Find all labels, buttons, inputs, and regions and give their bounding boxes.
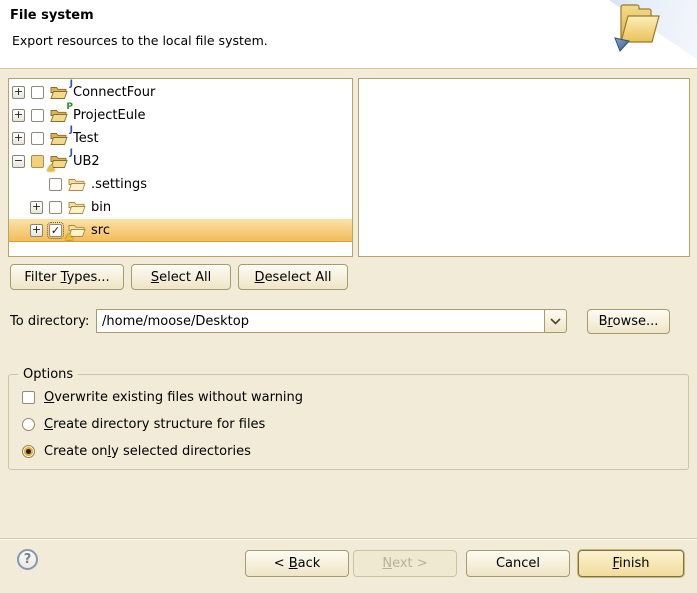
tree-item-label: Test: [73, 131, 99, 146]
tree-item-label: .settings: [91, 177, 147, 192]
tree-checkbox[interactable]: [49, 178, 62, 191]
button-label: eselect All: [265, 270, 332, 285]
button-label: Filter: [24, 270, 60, 285]
expander-spacer: [30, 178, 43, 191]
resource-tree[interactable]: +JConnectFour+PProjectEule+JTest−JUB2.se…: [8, 78, 353, 257]
tree-checkbox[interactable]: [31, 86, 44, 99]
button-label: ext >: [392, 556, 428, 571]
tree-row-bin[interactable]: + bin: [9, 196, 352, 219]
button-label: elect All: [159, 270, 211, 285]
tree-row-connectfour[interactable]: +JConnectFour: [9, 81, 352, 104]
tree-item-label: UB2: [73, 154, 100, 169]
project-nature-decorator: J: [70, 126, 73, 135]
tree-row-test[interactable]: +JTest: [9, 127, 352, 150]
create-structure-radio[interactable]: [22, 418, 35, 431]
filter-types-button[interactable]: Filter Types...: [10, 264, 124, 290]
project-nature-decorator: J: [70, 80, 73, 89]
button-mnemonic: D: [255, 270, 265, 285]
to-directory-label: To directory:: [10, 314, 89, 329]
help-icon[interactable]: ?: [17, 549, 38, 570]
next-button: Next >: [353, 550, 457, 577]
footer-separator: [0, 538, 697, 540]
export-wizard-dialog: File system Export resources to the loca…: [0, 0, 697, 593]
tree-item-label: src: [91, 223, 110, 238]
tree-checkbox[interactable]: [31, 132, 44, 145]
warning-overlay-icon: [47, 164, 55, 171]
tree-item-label: ProjectEule: [73, 108, 146, 123]
chevron-down-icon: [550, 318, 561, 325]
directory-input[interactable]: [96, 309, 545, 333]
button-label: B: [599, 314, 608, 329]
folder-icon: [68, 177, 86, 192]
expand-toggle-icon[interactable]: +: [30, 224, 43, 237]
file-list-panel[interactable]: [358, 78, 690, 257]
project-folder-icon: P: [50, 108, 68, 123]
deselect-all-button[interactable]: Deselect All: [238, 264, 348, 290]
expand-toggle-icon[interactable]: +: [12, 109, 25, 122]
project-nature-decorator: J: [70, 149, 73, 158]
warning-overlay-icon: [65, 233, 73, 240]
create-selected-radio[interactable]: [22, 445, 35, 458]
tree-checkbox[interactable]: [31, 155, 44, 168]
directory-dropdown-button[interactable]: [544, 309, 567, 333]
page-title: File system: [10, 8, 94, 23]
button-label: <: [274, 556, 289, 571]
button-label: ack: [298, 556, 321, 571]
page-description: Export resources to the local file syste…: [12, 33, 268, 48]
back-button[interactable]: < Back: [245, 550, 349, 577]
select-all-button[interactable]: Select All: [131, 264, 231, 290]
overwrite-label: Overwrite existing files without warning: [44, 390, 303, 405]
export-folder-icon: [607, 2, 665, 56]
tree-row-projecteule[interactable]: +PProjectEule: [9, 104, 352, 127]
button-label: Cancel: [496, 556, 540, 571]
finish-button[interactable]: Finish: [578, 550, 684, 577]
cancel-button[interactable]: Cancel: [466, 550, 570, 577]
tree-row-ub2[interactable]: −JUB2: [9, 150, 352, 173]
project-nature-decorator: P: [66, 103, 73, 112]
expand-toggle-icon[interactable]: +: [12, 86, 25, 99]
tree-row-settings[interactable]: .settings: [9, 173, 352, 196]
wizard-header: File system Export resources to the loca…: [0, 0, 697, 69]
options-group-label: Options: [18, 367, 78, 382]
tree-item-label: bin: [91, 200, 111, 215]
tree-checkbox[interactable]: ✓: [49, 224, 62, 237]
overwrite-checkbox[interactable]: [22, 391, 35, 404]
button-mnemonic: B: [289, 556, 298, 571]
button-label: inish: [619, 556, 649, 571]
project-folder-icon: J: [50, 131, 68, 146]
tree-checkbox[interactable]: [31, 109, 44, 122]
overwrite-option[interactable]: Overwrite existing files without warning: [22, 390, 303, 405]
project-folder-icon: J: [50, 85, 68, 100]
create-structure-label: Create directory structure for files: [44, 417, 265, 432]
project-folder-icon-warning: J: [50, 154, 68, 169]
folder-icon-warning: [68, 223, 86, 238]
button-label: owse...: [613, 314, 659, 329]
create-selected-option[interactable]: Create only selected directories: [22, 444, 251, 459]
create-selected-label: Create only selected directories: [44, 444, 251, 459]
button-mnemonic: N: [382, 556, 392, 571]
tree-item-label: ConnectFour: [73, 85, 155, 100]
tree-row-src[interactable]: + ✓ src: [9, 219, 352, 242]
button-mnemonic: S: [151, 270, 159, 285]
collapse-toggle-icon[interactable]: −: [12, 155, 25, 168]
folder-icon: [68, 200, 86, 215]
expand-toggle-icon[interactable]: +: [30, 201, 43, 214]
browse-button[interactable]: Browse...: [587, 309, 670, 334]
tree-checkbox[interactable]: [49, 201, 62, 214]
create-structure-option[interactable]: Create directory structure for files: [22, 417, 265, 432]
expand-toggle-icon[interactable]: +: [12, 132, 25, 145]
button-label: ypes...: [67, 270, 110, 285]
